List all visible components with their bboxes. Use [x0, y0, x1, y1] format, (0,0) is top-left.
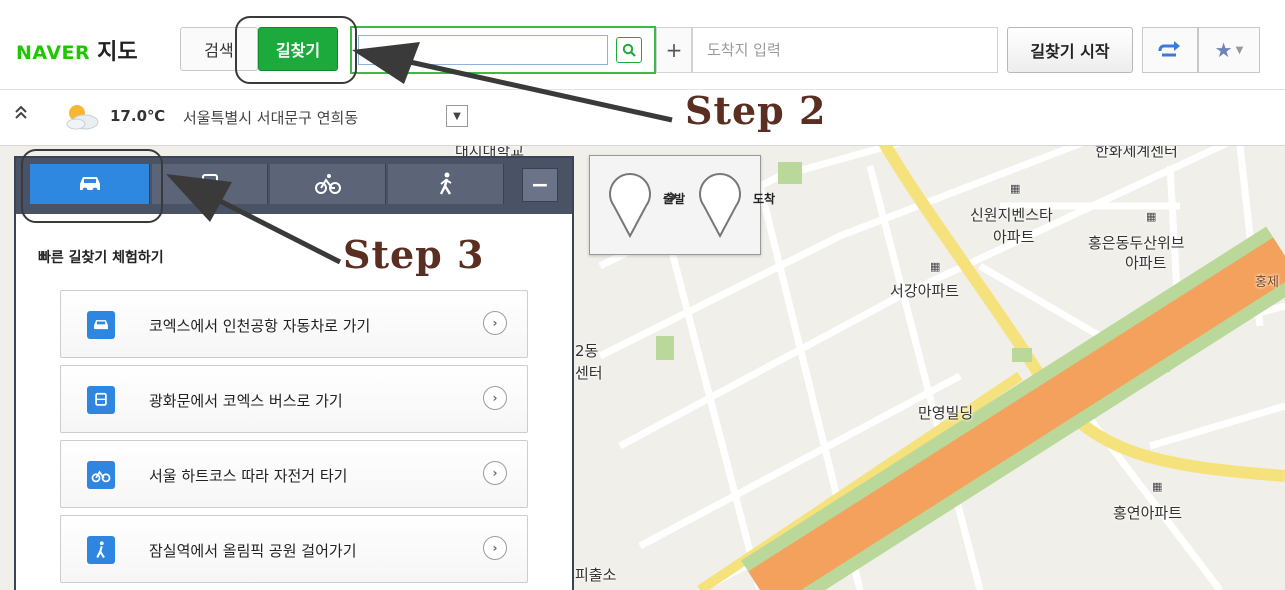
bus-icon	[201, 174, 218, 194]
park-area	[1012, 348, 1032, 362]
building-icon: ▦	[1146, 210, 1157, 223]
add-waypoint-button[interactable]: +	[656, 27, 692, 73]
end-marker[interactable]: 도착	[698, 172, 775, 239]
service-name: 지도	[97, 40, 138, 65]
start-field-wrapper	[350, 26, 656, 74]
chevron-right-icon: ›	[483, 386, 507, 410]
step3-label: Step 3	[343, 232, 485, 277]
start-route-button[interactable]: 길찾기 시작	[1007, 27, 1133, 73]
map-label-center: 센터	[575, 364, 603, 382]
top-toolbar: NAVER 지도 검색 길찾기 + 길찾기 시작 ★ ▼	[0, 0, 1285, 90]
walking-person-icon	[87, 536, 115, 564]
car-icon	[79, 177, 100, 193]
map-label-road: 홍제	[1255, 275, 1279, 290]
destination-input[interactable]	[692, 27, 998, 73]
swap-icon-graphic	[1158, 41, 1180, 57]
map-label-dong: 2동	[575, 342, 599, 360]
weather-bar: 17.0℃ 서울특별시 서대문구 연희동 ▼	[0, 90, 1285, 146]
tab-search[interactable]: 검색	[180, 27, 258, 71]
building-icon: ▦	[1010, 182, 1021, 195]
mode-walk-tab[interactable]	[388, 164, 504, 204]
brand-name: NAVER	[16, 42, 91, 64]
map-label-apartment: 신원지벤스타	[970, 206, 1053, 224]
park-area	[778, 162, 802, 184]
walking-person-icon	[439, 172, 452, 195]
map-label-apartment: 서강아파트	[890, 282, 960, 300]
quick-route-item[interactable]: 잠실역에서 올림픽 공원 걸어가기 ›	[60, 515, 528, 583]
map-label-police: 피출소	[575, 566, 617, 584]
map-label-apartment: 아파트	[1125, 254, 1167, 272]
chevron-right-icon: ›	[483, 461, 507, 485]
location-dropdown-icon[interactable]: ▼	[446, 105, 468, 127]
map-label-apartment: 홍은동두산위브	[1088, 234, 1185, 252]
building-icon: ▦	[1152, 480, 1163, 493]
partly-sunny-icon	[66, 105, 99, 130]
expressway	[748, 237, 1285, 590]
swap-arrow-icon[interactable]	[1142, 27, 1198, 73]
start-end-markers: 출발 › 도착	[589, 155, 775, 255]
bicycle-icon	[87, 461, 115, 489]
map-pin-icon	[699, 173, 741, 239]
end-marker-label: 도착	[752, 192, 776, 206]
start-marker[interactable]: 출발	[608, 172, 685, 239]
mode-bike-tab[interactable]	[270, 164, 386, 204]
current-location: 서울특별시 서대문구 연희동	[183, 109, 359, 127]
transport-mode-bar: −	[16, 158, 572, 214]
quick-directions-title: 빠른 길찾기 체험하기	[38, 250, 164, 266]
star-icon: ★	[1214, 38, 1233, 62]
step2-label: Step 2	[685, 88, 827, 133]
quick-route-item[interactable]: 광화문에서 코엑스 버스로 가기 ›	[60, 365, 528, 433]
bicycle-icon	[314, 174, 341, 194]
map-label-apartment: 아파트	[993, 228, 1035, 246]
start-input[interactable]	[358, 35, 608, 65]
collapse-up-icon[interactable]	[14, 104, 28, 124]
magnifier-icon	[622, 43, 636, 57]
quick-route-item[interactable]: 서울 하트코스 따라 자전거 타기 ›	[60, 440, 528, 508]
map-pin-icon	[609, 173, 651, 239]
map-label-building: 만영빌딩	[918, 404, 974, 422]
bus-icon	[87, 386, 115, 414]
mode-car-tab[interactable]	[30, 164, 150, 204]
quick-route-label: 서울 하트코스 따라 자전거 타기	[149, 467, 348, 485]
map-label-apartment: 홍연아파트	[1113, 504, 1183, 522]
chevron-right-icon: ›	[668, 182, 678, 210]
mode-bus-tab[interactable]	[152, 164, 268, 204]
quick-route-label: 잠실역에서 올림픽 공원 걸어가기	[149, 542, 357, 560]
search-icon[interactable]	[616, 37, 642, 63]
temperature-value: 17.0℃	[110, 107, 166, 125]
quick-route-label: 광화문에서 코엑스 버스로 가기	[149, 392, 343, 410]
quick-route-label: 코엑스에서 인천공항 자동차로 가기	[149, 317, 371, 335]
minimize-panel-button[interactable]: −	[522, 168, 558, 202]
building-icon: ▦	[930, 260, 941, 273]
favorite-star-button[interactable]: ★ ▼	[1198, 27, 1260, 73]
directions-panel: − 빠른 길찾기 체험하기 코엑스에서 인천공항 자동차로 가기 › 광화문에서…	[14, 156, 574, 590]
map-label-center: 한화세계센터	[1095, 146, 1178, 160]
tab-directions[interactable]: 길찾기	[258, 27, 338, 71]
double-chevron-up-icon	[15, 105, 27, 119]
chevron-down-icon: ▼	[1235, 44, 1244, 56]
chevron-right-icon: ›	[483, 311, 507, 335]
chevron-right-icon: ›	[483, 536, 507, 560]
naver-map-logo[interactable]: NAVER 지도	[16, 34, 138, 66]
quick-route-item[interactable]: 코엑스에서 인천공항 자동차로 가기 ›	[60, 290, 528, 358]
park-area	[656, 336, 674, 360]
car-icon	[87, 311, 115, 339]
